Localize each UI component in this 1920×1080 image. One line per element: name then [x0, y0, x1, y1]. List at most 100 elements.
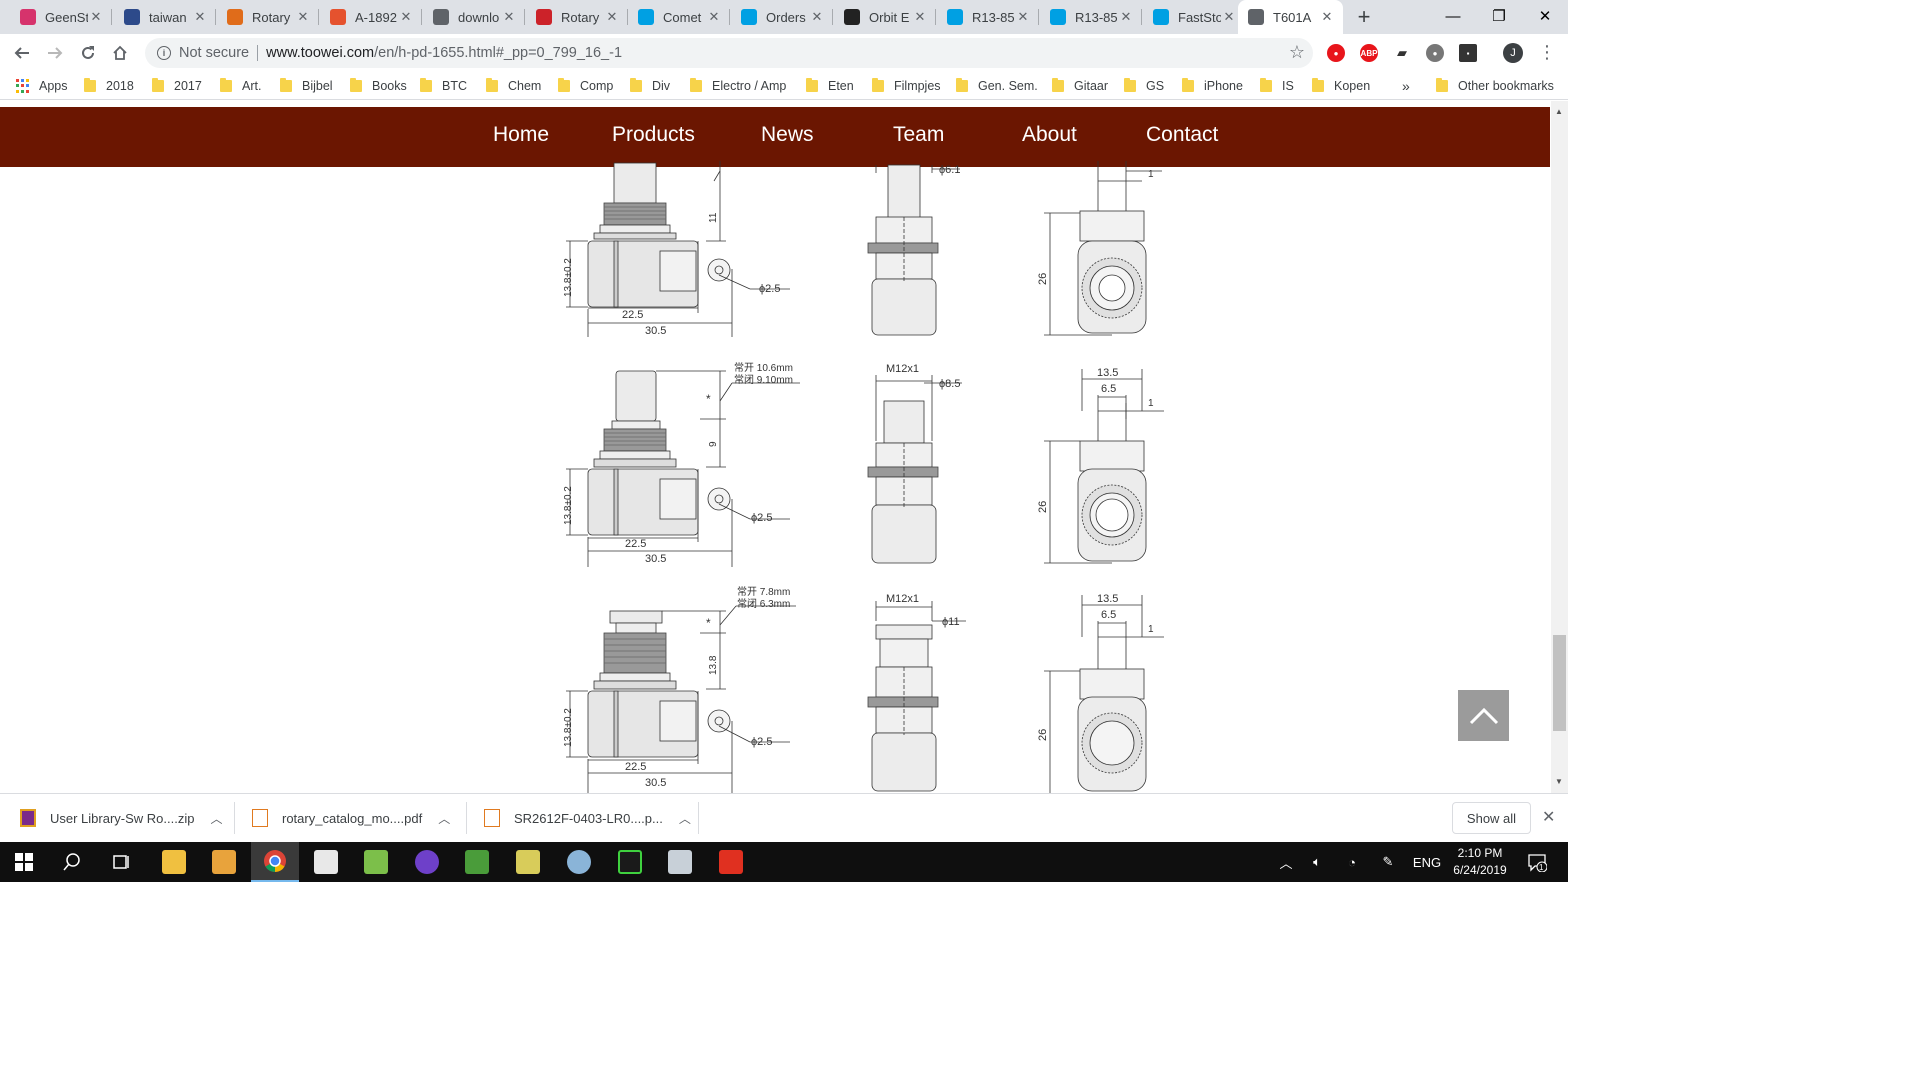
download-item[interactable]: SR2612F-0403-LR0....p... ︿ [484, 794, 691, 842]
chevron-up-icon[interactable]: ︿ [438, 810, 450, 827]
taskbar-app[interactable] [606, 842, 654, 882]
show-all-downloads-button[interactable]: Show all [1452, 802, 1531, 834]
forward-button[interactable] [42, 40, 68, 66]
close-tab-icon[interactable]: ✕ [88, 9, 104, 25]
close-tab-icon[interactable]: ✕ [1118, 9, 1134, 25]
browser-menu-icon[interactable]: ⋮ [1538, 42, 1556, 62]
tab-11[interactable]: R13-85 ✕ [1040, 0, 1142, 34]
bookmark-folder[interactable]: Comp [558, 77, 613, 95]
close-icon[interactable]: ✕ [1542, 807, 1555, 827]
back-button[interactable] [9, 40, 35, 66]
bookmark-apps[interactable]: Apps [16, 77, 68, 95]
tab-2[interactable]: taiwan ✕ [114, 0, 216, 34]
taskbar-app[interactable] [352, 842, 400, 882]
start-button[interactable] [0, 842, 48, 882]
close-tab-icon[interactable]: ✕ [1221, 9, 1237, 25]
bookmark-folder[interactable]: Gitaar [1052, 77, 1108, 95]
download-item[interactable]: User Library-Sw Ro....zip ︿ [20, 794, 223, 842]
chevron-up-icon[interactable]: ︿ [210, 810, 222, 827]
close-tab-icon[interactable]: ✕ [1015, 9, 1031, 25]
close-tab-icon[interactable]: ✕ [398, 9, 414, 25]
system-clock[interactable]: 2:10 PM 6/24/2019 [1450, 845, 1510, 879]
close-tab-icon[interactable]: ✕ [912, 9, 928, 25]
close-tab-icon[interactable]: ✕ [1319, 9, 1335, 25]
bookmark-folder[interactable]: GS [1124, 77, 1164, 95]
taskbar-chrome[interactable] [251, 842, 299, 882]
bookmark-folder[interactable]: Art. [220, 77, 261, 95]
tab-13[interactable]: T601A ✕ [1238, 0, 1343, 34]
new-tab-button[interactable]: + [1352, 4, 1376, 29]
adblock-plus-icon[interactable]: ABP [1360, 44, 1378, 62]
taskbar-calculator[interactable] [302, 842, 350, 882]
close-tab-icon[interactable]: ✕ [809, 9, 825, 25]
task-view-button[interactable] [98, 842, 146, 882]
pen-workspace-icon[interactable]: ✎ [1376, 842, 1400, 882]
tab-3[interactable]: Rotary ✕ [217, 0, 319, 34]
close-tab-icon[interactable]: ✕ [706, 9, 722, 25]
volume-icon[interactable]: 🔈︎ [1306, 842, 1328, 882]
bookmark-folder[interactable]: Filmpjes [872, 77, 941, 95]
close-window-button[interactable]: ✕ [1522, 0, 1568, 32]
extension-car-icon[interactable]: ▰ [1393, 44, 1411, 62]
bookmark-folder[interactable]: Books [350, 77, 407, 95]
search-button[interactable] [48, 842, 96, 882]
bookmark-folder[interactable]: Eten [806, 77, 854, 95]
taskbar-app[interactable] [656, 842, 704, 882]
network-icon[interactable]: ◔ [1340, 842, 1364, 882]
taskbar-github[interactable] [403, 842, 451, 882]
download-item[interactable]: rotary_catalog_mo....pdf ︿ [252, 794, 450, 842]
profile-avatar[interactable]: J [1503, 43, 1523, 63]
tray-overflow-chevron-up-icon[interactable]: ︿ [1276, 842, 1296, 882]
close-tab-icon[interactable]: ✕ [604, 9, 620, 25]
bookmark-folder[interactable]: Kopen [1312, 77, 1370, 95]
maximize-window-button[interactable]: ❐ [1476, 0, 1522, 32]
extension-red-icon[interactable]: ● [1327, 44, 1345, 62]
chevron-up-icon[interactable]: ︿ [679, 810, 691, 827]
bookmark-folder[interactable]: BTC [420, 77, 467, 95]
bookmark-folder[interactable]: Chem [486, 77, 541, 95]
bookmarks-overflow-button[interactable]: » [1402, 77, 1410, 95]
tab-6[interactable]: Rotary ✕ [526, 0, 628, 34]
extension-dark-icon[interactable]: ▪ [1459, 44, 1477, 62]
bookmark-star-icon[interactable]: ☆ [1289, 42, 1305, 63]
scroll-up-arrow-icon[interactable]: ▲ [1555, 107, 1563, 116]
taskbar-app[interactable] [555, 842, 603, 882]
tab-4[interactable]: A-1892 ✕ [320, 0, 422, 34]
tab-12[interactable]: FastSto ✕ [1143, 0, 1245, 34]
bookmark-folder[interactable]: Electro / Amp [690, 77, 786, 95]
close-tab-icon[interactable]: ✕ [192, 9, 208, 25]
address-bar[interactable]: i Not secure www.toowei.com/en/h-pd-1655… [145, 38, 1313, 68]
tab-7[interactable]: Comet ✕ [628, 0, 730, 34]
scroll-down-arrow-icon[interactable]: ▼ [1555, 777, 1563, 786]
bookmark-folder[interactable]: 2017 [152, 77, 202, 95]
tab-8[interactable]: Orders ✕ [731, 0, 833, 34]
extension-gray-icon[interactable]: ● [1426, 44, 1444, 62]
tab-9[interactable]: Orbit E ✕ [834, 0, 936, 34]
bookmark-folder[interactable]: IS [1260, 77, 1294, 95]
page-scrollbar[interactable]: ▲ ▼ [1551, 101, 1568, 793]
scrollbar-thumb[interactable] [1553, 635, 1566, 731]
taskbar-app[interactable] [504, 842, 552, 882]
reload-button[interactable] [75, 40, 101, 66]
info-icon[interactable]: i [157, 46, 171, 60]
action-center-button[interactable]: 1 [1522, 842, 1552, 882]
taskbar-app[interactable] [453, 842, 501, 882]
taskbar-file-explorer[interactable] [150, 842, 198, 882]
bookmark-folder[interactable]: iPhone [1182, 77, 1243, 95]
tab-5[interactable]: downlo ✕ [423, 0, 525, 34]
home-button[interactable] [107, 40, 133, 66]
bookmark-folder[interactable]: 2018 [84, 77, 134, 95]
bookmark-folder[interactable]: Bijbel [280, 77, 333, 95]
other-bookmarks[interactable]: Other bookmarks [1436, 77, 1554, 95]
minimize-window-button[interactable]: — [1430, 0, 1476, 32]
close-tab-icon[interactable]: ✕ [295, 9, 311, 25]
taskbar-app[interactable] [200, 842, 248, 882]
back-to-top-button[interactable] [1458, 690, 1509, 741]
bookmark-folder[interactable]: Div [630, 77, 670, 95]
bookmark-folder[interactable]: Gen. Sem. [956, 77, 1038, 95]
tab-10[interactable]: R13-85 ✕ [937, 0, 1039, 34]
input-language[interactable]: ENG [1410, 842, 1444, 882]
close-tab-icon[interactable]: ✕ [501, 9, 517, 25]
taskbar-app[interactable] [707, 842, 755, 882]
tab-1[interactable]: GeenSt ✕ [10, 0, 112, 34]
